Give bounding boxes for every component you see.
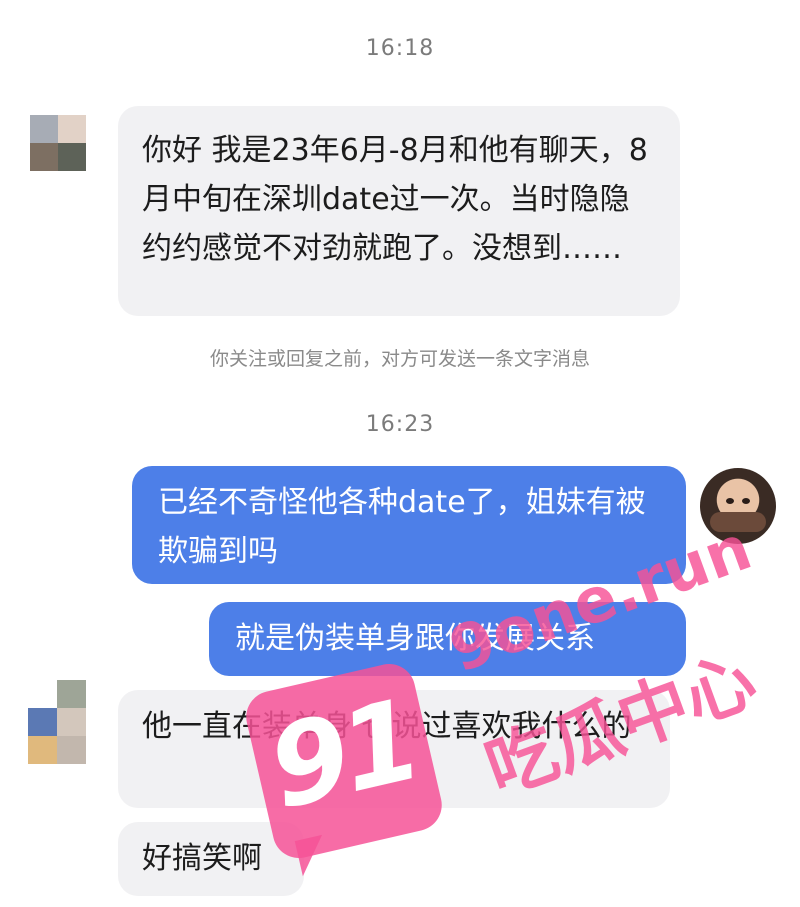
avatar-hand — [710, 512, 766, 532]
avatar-eye — [726, 498, 734, 504]
timestamp: 16:23 — [365, 412, 435, 437]
outgoing-message-bubble[interactable]: 就是伪装单身跟你发展关系 — [209, 602, 686, 676]
incoming-message-bubble[interactable]: 你好 我是23年6月-8月和他有聊天，8月中旬在深圳date过一次。当时隐隐约约… — [118, 106, 680, 316]
outgoing-message-bubble[interactable]: 已经不奇怪他各种date了，姐妹有被欺骗到吗 — [132, 466, 686, 584]
timestamp: 16:18 — [365, 36, 435, 61]
message-limit-notice: 你关注或回复之前，对方可发送一条文字消息 — [209, 348, 590, 370]
self-avatar[interactable] — [700, 468, 776, 544]
avatar-eye — [742, 498, 750, 504]
watermark-logo-number: 91 — [257, 675, 428, 835]
sender-avatar[interactable] — [28, 680, 86, 764]
sender-avatar[interactable] — [30, 115, 86, 171]
